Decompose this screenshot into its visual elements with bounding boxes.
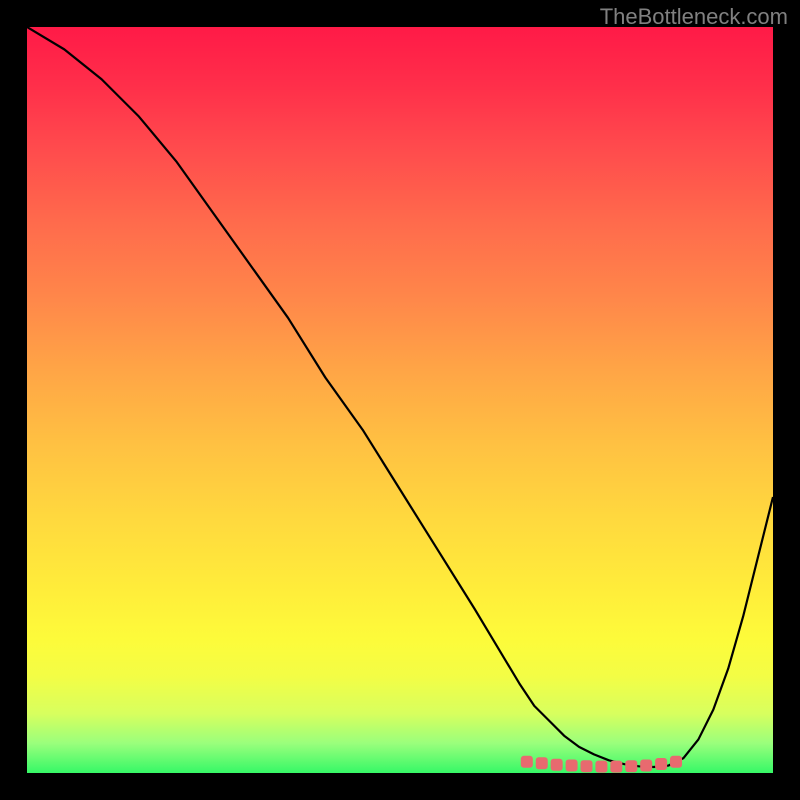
watermark-text: TheBottleneck.com — [600, 4, 788, 30]
bottleneck-curve — [27, 27, 773, 767]
chart-svg — [27, 27, 773, 773]
chart-plot-area — [27, 27, 773, 773]
